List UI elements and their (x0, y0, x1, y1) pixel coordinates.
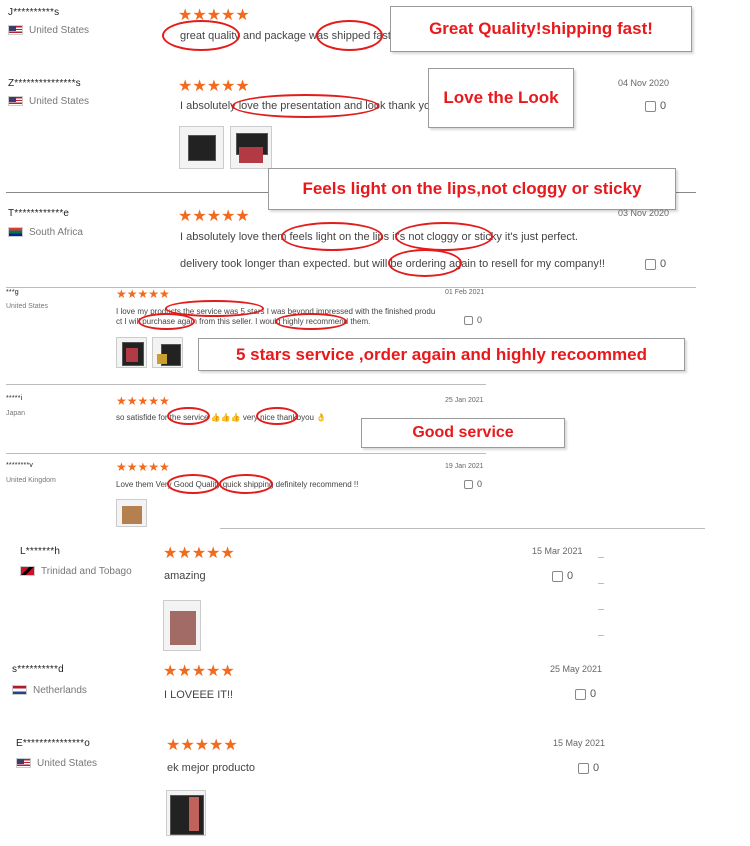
star-rating: ★★★★★ (166, 737, 238, 754)
thumbs-up-icon (645, 100, 656, 112)
us-flag-icon (16, 758, 31, 769)
reviewer-name: ********v (6, 462, 34, 469)
reviewer-country: Trinidad and Tobago (20, 566, 132, 577)
review-photo[interactable] (166, 790, 206, 836)
thumbs-up-icon (464, 316, 473, 326)
review-text: I LOVEEE IT!! (164, 689, 234, 701)
reviewer-name: ***g (6, 289, 19, 296)
za-flag-icon (8, 227, 23, 238)
reviewer-name: s**********d (12, 664, 64, 675)
us-flag-icon (8, 96, 23, 107)
divider (6, 453, 486, 454)
review-text: I absolutely love the presentation and l… (180, 100, 437, 112)
reviewer-country: South Africa (8, 227, 83, 238)
reviewer-name: Z***************s (8, 78, 81, 89)
divider (6, 384, 486, 385)
review-date: 25 Jan 2021 (445, 397, 484, 404)
star-rating: ★★★★★ (116, 394, 170, 408)
annotation-callout: Good service (361, 418, 565, 448)
review-photo[interactable] (230, 126, 272, 169)
annotation-callout: Love the Look (428, 68, 574, 128)
divider (220, 528, 705, 529)
helpful-button[interactable]: 0 (464, 479, 482, 490)
helpful-button[interactable]: 0 (645, 100, 666, 112)
review-date: 04 Nov 2020 (618, 78, 670, 88)
review-text: Love them Very Good Quality quick shippi… (116, 480, 359, 489)
thumbs-up-icon (552, 570, 563, 582)
review-date: 19 Jan 2021 (445, 463, 484, 470)
reviewer-country: Netherlands (12, 685, 87, 696)
annotation-callout: Feels light on the lips,not cloggy or st… (268, 168, 676, 210)
star-rating: ★★★★★ (116, 460, 170, 474)
helpful-button[interactable]: 0 (645, 258, 666, 270)
review-photo[interactable] (179, 126, 224, 169)
tt-flag-icon (20, 566, 35, 577)
thumbs-up-icon (464, 480, 473, 490)
thumbs-up-icon (645, 258, 656, 270)
review-date: 03 Nov 2020 (618, 208, 670, 218)
review-date: 25 May 2021 (550, 664, 603, 674)
star-rating: ★★★★★ (178, 208, 250, 225)
annotation-callout: Great Quality!shipping fast! (390, 6, 692, 52)
divider (6, 287, 696, 288)
review-date: 01 Feb 2021 (445, 289, 485, 296)
reviewer-name: T************e (8, 208, 70, 219)
review-photo[interactable] (152, 337, 183, 368)
star-rating: ★★★★★ (163, 663, 235, 680)
helpful-button[interactable]: 0 (552, 570, 573, 582)
review-text: I love my products the service was 5 sta… (116, 307, 436, 316)
review-photo[interactable] (163, 600, 201, 651)
reviewer-country: United States (6, 303, 49, 310)
review-text-continued: delivery took longer than expected. but … (180, 258, 605, 270)
reviewer-country: Japan (6, 410, 26, 417)
review-text: so satisfide for the service 👍👍👍 very ni… (116, 413, 327, 422)
review-photo[interactable] (116, 337, 147, 368)
review-text-continued: ct I will purchase again from this selle… (116, 317, 371, 326)
reviewer-name: J**********s (8, 7, 60, 18)
reviewer-name: L*******h (20, 546, 61, 557)
review-text: amazing (164, 570, 206, 582)
star-rating: ★★★★★ (163, 545, 235, 562)
star-rating: ★★★★★ (178, 78, 250, 95)
annotation-callout: 5 stars service ,order again and highly … (198, 338, 685, 371)
review-text: ek mejor producto (167, 762, 256, 774)
helpful-button[interactable]: 0 (575, 688, 596, 700)
reviewer-country: United States (8, 96, 89, 107)
review-photo[interactable] (116, 499, 147, 527)
nl-flag-icon (12, 685, 27, 696)
reviewer-country: United States (16, 758, 97, 769)
review-text: I absolutely love them feels light on th… (180, 231, 578, 243)
review-date: 15 Mar 2021 (532, 546, 583, 556)
reviewer-country: United States (8, 25, 89, 36)
us-flag-icon (8, 25, 23, 36)
review-date: 15 May 2021 (553, 738, 606, 748)
star-rating: ★★★★★ (178, 7, 250, 24)
reviewer-name: E***************o (16, 738, 91, 749)
helpful-button[interactable]: 0 (578, 762, 599, 774)
thumbs-up-icon (578, 762, 589, 774)
thumbs-up-icon (575, 688, 586, 700)
helpful-button[interactable]: 0 (464, 315, 482, 326)
review-text: great quality and package was shipped fa… (180, 30, 395, 42)
star-rating: ★★★★★ (116, 287, 170, 301)
reviewer-name: *****i (6, 395, 23, 402)
reviewer-country: United Kingdom (6, 477, 56, 484)
